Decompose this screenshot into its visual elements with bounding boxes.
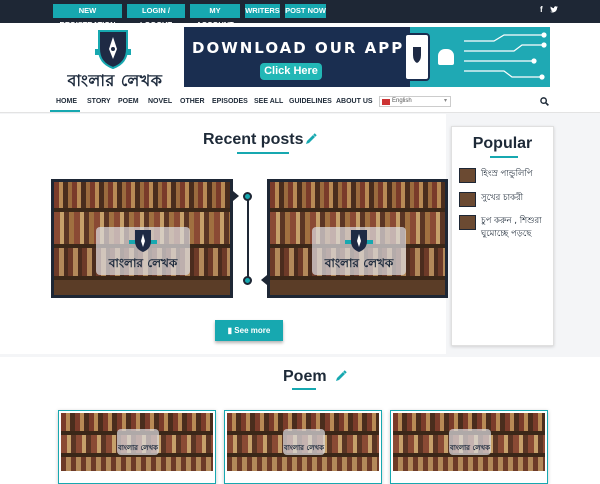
nav-novel[interactable]: NOVEL [148,98,172,105]
poem-title: Poem [283,368,327,385]
nav-other[interactable]: OTHER [180,98,205,105]
shield-logo-icon [345,230,373,252]
popular-item-title[interactable]: হিংস্র পান্ডুলিপি [481,168,553,181]
poem-title-underline [292,388,316,390]
popular-item-thumbnail[interactable] [459,192,476,207]
pencil-icon [306,133,317,144]
recent-post-card-image[interactable]: বাংলার লেখক [51,179,233,298]
post-logo-overlay: বাংলার লেখক [96,227,190,275]
poem-card-image[interactable]: বাংলার লেখক [61,413,213,471]
nav-poem[interactable]: POEM [118,98,139,105]
post-logo-text: বাংলার লেখক [117,443,159,452]
my-account-button[interactable]: MY ACCOUNT [190,4,240,29]
arrow-left-icon [261,275,267,285]
nav-see-all[interactable]: SEE ALL [254,98,283,105]
timeline-line [247,197,249,281]
nav-about-us[interactable]: ABOUT US [336,98,373,105]
android-icon [438,49,454,65]
poem-card[interactable]: বাংলার লেখক [390,410,548,484]
nav-story[interactable]: STORY [87,98,111,105]
language-value: English [392,98,412,104]
shield-logo-icon[interactable] [95,29,131,69]
poem-card[interactable]: বাংলার লেখক [58,410,216,484]
writers-button[interactable]: WRITERS [245,4,280,18]
recent-title-underline [237,152,289,154]
phone-logo-icon [413,47,421,63]
popular-title-underline [490,156,518,158]
recent-post-card-image[interactable]: বাংলার লেখক [267,179,448,298]
nav-home[interactable]: HOME [56,98,77,105]
site-header: বাংলার লেখক DOWNLOAD OUR APP! Click Here [0,23,600,91]
popular-item-title[interactable]: চুপ করুন , শিশুরা ঘুমোচ্ছে পড়ছে [481,215,553,241]
top-bar: NEW REGISTRATION LOGIN / LOGOUT MY ACCOU… [0,0,600,29]
see-more-label: See more [234,326,271,335]
chevron-down-icon: ▾ [443,98,447,104]
click-here-button[interactable]: Click Here [260,63,322,80]
pencil-icon [336,370,347,381]
poem-card-image[interactable]: বাংলার লেখক [227,413,379,471]
twitter-icon[interactable] [550,6,558,13]
arrow-right-icon [233,191,239,201]
post-logo-overlay: বাংলার লেখক [312,227,406,275]
timeline-dot [243,276,252,285]
nav-episodes[interactable]: EPISODES [212,98,248,105]
nav-active-underline [50,110,80,112]
nav-guidelines[interactable]: GUIDELINES [289,98,332,105]
timeline-dot [243,192,252,201]
login-logout-button[interactable]: LOGIN / LOGOUT [127,4,185,29]
uk-flag-icon [382,99,390,105]
post-logo-text: বাংলার লেখক [449,443,491,452]
popular-item-thumbnail[interactable] [459,215,476,230]
see-more-button[interactable]: ▮ See more [215,320,283,341]
download-app-banner[interactable]: DOWNLOAD OUR APP! Click Here [184,27,550,87]
post-logo-overlay: বাংলার লেখক [117,429,159,455]
post-logo-overlay: বাংলার লেখক [283,429,325,455]
phone-icon [404,33,430,81]
banner-title: DOWNLOAD OUR APP! [192,39,414,57]
facebook-icon[interactable]: f [540,5,543,14]
shield-logo-icon [129,230,157,252]
popular-sidebar: Popular হিংস্র পান্ডুলিপি সুখের চাকরী চু… [451,126,554,346]
post-logo-text: বাংলার লেখক [324,256,394,270]
poem-card[interactable]: বাংলার লেখক [224,410,382,484]
popular-title: Popular [472,135,533,152]
post-now-button[interactable]: POST NOW [285,4,326,18]
post-logo-text: বাংলার লেখক [283,443,325,452]
main-nav: HOME STORY POEM NOVEL OTHER EPISODES SEE… [0,91,600,113]
popular-item-thumbnail[interactable] [459,168,476,183]
popular-item-title[interactable]: সুখের চাকরী [481,192,553,205]
search-icon[interactable] [540,97,549,106]
language-select[interactable]: English ▾ [379,96,451,107]
recent-posts-title: Recent posts [203,131,304,148]
post-logo-overlay: বাংলার লেখক [449,429,491,455]
poem-card-image[interactable]: বাংলার লেখক [393,413,545,471]
new-registration-button[interactable]: NEW REGISTRATION [53,4,122,29]
post-logo-text: বাংলার লেখক [108,256,178,270]
